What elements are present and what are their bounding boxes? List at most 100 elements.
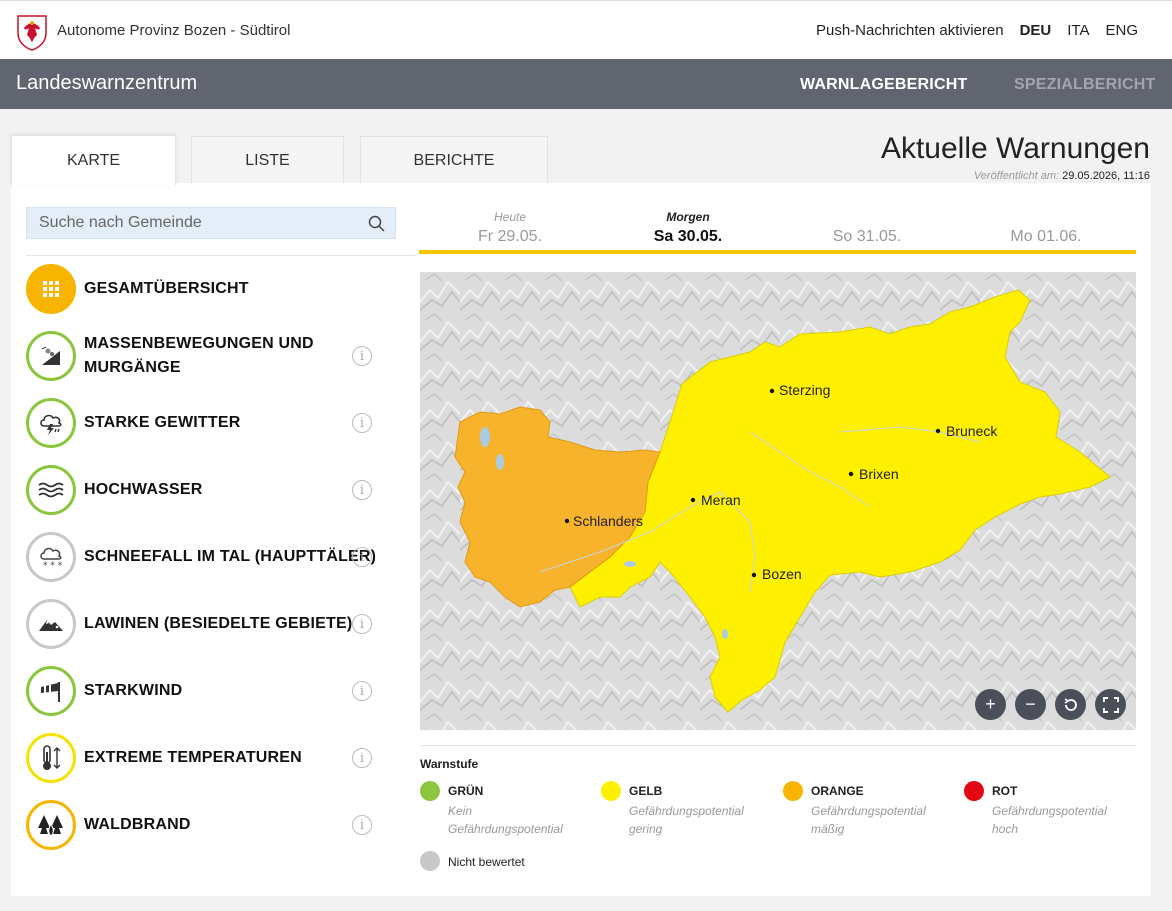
svg-text:Brixen: Brixen xyxy=(859,466,899,482)
info-icon[interactable]: i xyxy=(352,748,372,768)
nav-spezialbericht[interactable]: SPEZIALBERICHT xyxy=(1014,76,1155,94)
map-city-schlanders: Schlanders xyxy=(564,513,643,529)
category-label: MASSENBEWEGUNGEN UND MURGÄNGE xyxy=(84,335,314,376)
legend-dot-orange xyxy=(783,781,803,801)
zoom-out-icon[interactable]: − xyxy=(1015,689,1046,720)
push-notifications-link[interactable]: Push-Nachrichten aktivieren xyxy=(816,22,1004,39)
category-gesamtuebersicht[interactable]: GESAMTÜBERSICHT xyxy=(26,264,386,314)
legend-dot-red xyxy=(964,781,984,801)
reset-icon[interactable] xyxy=(1055,689,1086,720)
org-name[interactable]: Autonome Provinz Bozen - Südtirol xyxy=(57,22,290,39)
search-icon[interactable] xyxy=(368,215,385,232)
tab-karte[interactable]: KARTE xyxy=(11,135,176,185)
day-label: Morgen xyxy=(666,210,710,224)
search-box xyxy=(26,207,396,239)
category-label: LAWINEN (BESIEDELTE GEBIETE) xyxy=(84,615,353,632)
coat-of-arms-logo[interactable] xyxy=(16,13,48,51)
published-value: 29.05.2026, 11:16 xyxy=(1062,170,1150,182)
legend-title: Warnstufe xyxy=(420,757,479,771)
map-city-sterzing: Sterzing xyxy=(769,382,830,398)
legend-desc: Gefährdungspotential hoch xyxy=(992,804,1107,836)
map-city-bruneck: Bruneck xyxy=(935,423,998,439)
flood-icon xyxy=(26,465,76,515)
zoom-in-icon[interactable]: + xyxy=(975,689,1006,720)
divider xyxy=(26,255,416,256)
category-extreme-temperaturen[interactable]: EXTREME TEMPERATUREN i xyxy=(26,733,386,783)
category-schneefall[interactable]: * * * SCHNEEFALL IM TAL (HAUPTTÄLER) i xyxy=(26,532,386,582)
svg-text:Bruneck: Bruneck xyxy=(946,423,998,439)
legend-dot-green xyxy=(420,781,440,801)
category-waldbrand[interactable]: WALDBRAND i xyxy=(26,800,386,850)
search-input[interactable] xyxy=(27,208,357,238)
category-label: SCHNEEFALL IM TAL (HAUPTTÄLER) xyxy=(84,548,377,565)
tab-liste[interactable]: LISTE xyxy=(191,136,344,184)
day-date: Fr 29.05. xyxy=(477,228,543,245)
legend-name: Nicht bewertet xyxy=(448,855,525,869)
info-icon[interactable]: i xyxy=(352,681,372,701)
info-icon[interactable]: i xyxy=(352,815,372,835)
page-title: Aktuelle Warnungen xyxy=(880,132,1150,165)
day-morgen[interactable]: Morgen Sa 30.05. xyxy=(598,210,778,246)
category-label: STARKE GEWITTER xyxy=(84,414,241,431)
legend-desc: Gefährdungspotential mäßig xyxy=(811,804,926,836)
avalanche-icon xyxy=(26,599,76,649)
legend-name: GELB xyxy=(629,784,663,798)
lang-ita[interactable]: ITA xyxy=(1067,22,1089,39)
svg-text:Schlanders: Schlanders xyxy=(573,513,643,529)
info-icon[interactable]: i xyxy=(352,480,372,500)
svg-text:* * *: * * * xyxy=(43,561,63,570)
legend-name: ROT xyxy=(992,784,1018,798)
info-icon[interactable]: i xyxy=(352,346,372,366)
tab-berichte[interactable]: BERICHTE xyxy=(360,136,548,184)
svg-text:Meran: Meran xyxy=(701,492,741,508)
svg-text:Sterzing: Sterzing xyxy=(779,382,830,398)
category-lawinen[interactable]: LAWINEN (BESIEDELTE GEBIETE) i xyxy=(26,599,386,649)
day-montag[interactable]: Mo 01.06. xyxy=(956,210,1136,246)
day-label xyxy=(777,210,957,225)
published-info: Veröffentlicht am: 29.05.2026, 11:16 xyxy=(974,170,1150,182)
published-label: Veröffentlicht am: xyxy=(973,170,1060,182)
category-label: STARKWIND xyxy=(84,682,183,699)
legend-desc: Kein Gefährdungspotential xyxy=(448,804,563,836)
day-label xyxy=(956,210,1136,225)
legend-dot-gray xyxy=(420,851,440,871)
main-navbar: Landeswarnzentrum WARNLAGEBERICHT SPEZIA… xyxy=(0,59,1172,109)
thermometer-icon xyxy=(26,733,76,783)
category-label: HOCHWASSER xyxy=(84,481,203,498)
svg-text:Bozen: Bozen xyxy=(762,566,802,582)
legend-name: GRÜN xyxy=(448,784,484,798)
category-label: EXTREME TEMPERATUREN xyxy=(84,749,302,766)
landslide-icon xyxy=(26,331,76,381)
day-label: Heute xyxy=(493,210,527,224)
legend-desc: Gefährdungspotential gering xyxy=(629,804,744,836)
forest-fire-icon xyxy=(26,800,76,850)
info-icon[interactable]: i xyxy=(352,413,372,433)
lang-eng[interactable]: ENG xyxy=(1105,22,1138,39)
snowfall-icon: * * * xyxy=(26,532,76,582)
day-heute[interactable]: Heute Fr 29.05. xyxy=(420,210,600,246)
top-header: Autonome Provinz Bozen - Südtirol Push-N… xyxy=(0,0,1172,59)
category-starke-gewitter[interactable]: STARKE GEWITTER i xyxy=(26,398,386,448)
lang-deu[interactable]: DEU xyxy=(1020,22,1052,39)
category-hochwasser[interactable]: HOCHWASSER i xyxy=(26,465,386,515)
brand-title[interactable]: Landeswarnzentrum xyxy=(16,72,197,95)
day-date: Mo 01.06. xyxy=(1010,228,1082,245)
nav-warnlagebericht[interactable]: WARNLAGEBERICHT xyxy=(800,76,967,94)
category-label: GESAMTÜBERSICHT xyxy=(84,280,249,297)
day-sonntag[interactable]: So 31.05. xyxy=(777,210,957,246)
info-icon[interactable]: i xyxy=(352,547,372,567)
warning-map[interactable]: Sterzing Bruneck Brixen Meran Schlanders… xyxy=(420,272,1136,730)
date-selector-bar xyxy=(419,250,1136,254)
divider xyxy=(420,745,1136,746)
grid-icon xyxy=(26,264,76,314)
fullscreen-icon[interactable] xyxy=(1095,689,1126,720)
category-label: WALDBRAND xyxy=(84,816,191,833)
thunderstorm-icon xyxy=(26,398,76,448)
day-date: So 31.05. xyxy=(832,228,902,245)
day-date: Sa 30.05. xyxy=(653,228,723,245)
windsock-icon xyxy=(26,666,76,716)
category-starkwind[interactable]: STARKWIND i xyxy=(26,666,386,716)
legend-name: ORANGE xyxy=(811,784,864,798)
info-icon[interactable]: i xyxy=(352,614,372,634)
category-massenbewegungen[interactable]: MASSENBEWEGUNGEN UND MURGÄNGE i xyxy=(26,331,386,381)
